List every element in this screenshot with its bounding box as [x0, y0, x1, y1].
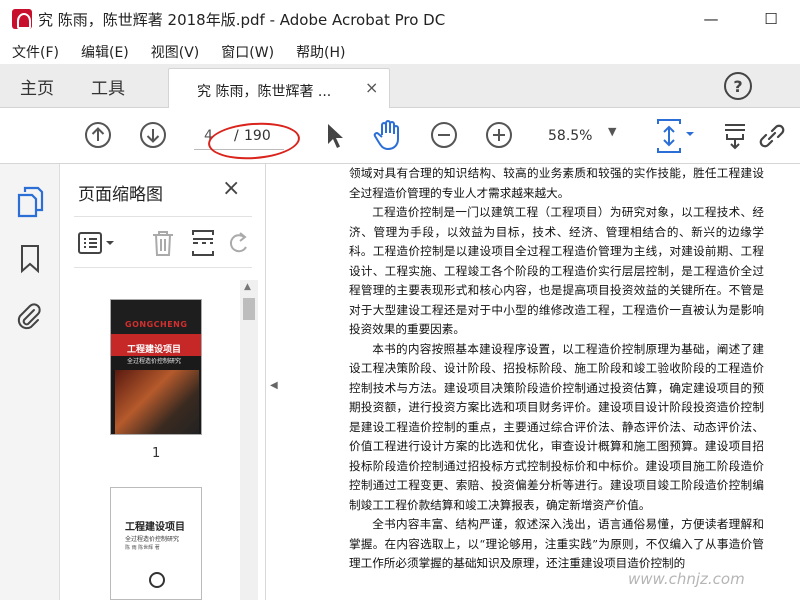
plus-circle-icon — [486, 122, 512, 148]
close-panel-button[interactable]: × — [222, 176, 240, 201]
copy-pages-icon — [17, 186, 44, 218]
document-view[interactable]: 领域对具有合理的知识结构、较高的业务素质和较强的实作技能，胜任工程建设全过程造价… — [289, 164, 800, 600]
trash-icon — [153, 231, 173, 256]
cover-image — [115, 370, 199, 434]
acrobat-logo-icon — [12, 9, 32, 29]
bookmark-icon — [21, 245, 39, 274]
cover-subtitle: 全过程造价控制研究 — [127, 358, 182, 365]
minus-circle-icon — [431, 122, 457, 148]
menu-edit[interactable]: 编辑(E) — [69, 38, 139, 64]
scroll-mode-button[interactable] — [723, 121, 749, 151]
hand-icon — [373, 120, 399, 150]
hand-tool-button[interactable] — [373, 119, 403, 151]
page-fit-button[interactable] — [654, 118, 698, 154]
navigation-rail — [0, 164, 60, 600]
menu-view[interactable]: 视图(V) — [139, 38, 210, 64]
cursor-arrow-icon — [328, 124, 343, 148]
options-menu-button[interactable] — [78, 231, 118, 255]
title-page-title: 工程建设项目 — [125, 522, 185, 533]
select-tool-button[interactable] — [324, 122, 346, 150]
page-thumbnails-panel: 页面缩略图 × GONGCHENG 工程建设项目 全过程造价控制研究 1 工程建… — [60, 164, 266, 600]
menu-window[interactable]: 窗口(W) — [209, 38, 284, 64]
share-link-button[interactable] — [756, 122, 788, 150]
rotate-icon — [229, 232, 247, 253]
delete-pages-button[interactable] — [150, 229, 176, 257]
arrow-up-circle-icon — [85, 122, 111, 148]
scrollbar-thumb[interactable] — [243, 298, 255, 320]
thumbnail-toolbar — [74, 216, 252, 268]
title-page-authors: 陈 雨 陈世辉 著 — [125, 545, 160, 551]
paragraph: 全书内容丰富、结构严谨，叙述深入浅出，语言通俗易懂，方便读者理解和掌握。在内容选… — [349, 517, 764, 570]
arrow-down-circle-icon — [140, 122, 166, 148]
insert-pages-button[interactable] — [190, 229, 216, 257]
previous-page-button[interactable] — [84, 121, 112, 149]
toolbar: 4 / 190 58.5% ▼ — [0, 108, 800, 164]
paragraph: 本书的内容按照基本建设程序设置，以工程造价控制原理为基础，阐述了建设工程决策阶段… — [349, 341, 764, 512]
zoom-out-button[interactable] — [430, 121, 458, 149]
maximize-button[interactable]: ☐ — [758, 6, 784, 32]
help-button[interactable]: ? — [724, 72, 752, 100]
tab-bar: 主页 工具 究 陈雨，陈世辉著 ... × ? — [0, 64, 800, 109]
watermark: www.chnjz.com — [628, 570, 745, 588]
panel-title: 页面缩略图 — [78, 185, 163, 205]
publisher-seal-icon — [149, 572, 165, 588]
page-thumbnail-2[interactable]: 工程建设项目 全过程造价控制研究 陈 雨 陈世辉 著 — [110, 487, 202, 600]
minimize-button[interactable]: — — [698, 6, 724, 32]
document-tab-label: 究 陈雨，陈世辉著 ... — [197, 84, 332, 100]
menu-file[interactable]: 文件(F) — [0, 38, 69, 64]
zoom-in-button[interactable] — [485, 121, 513, 149]
chevron-down-icon: ▼ — [608, 125, 617, 138]
bookmarks-button[interactable] — [18, 244, 42, 274]
split-pages-icon — [192, 230, 214, 256]
paragraph: 领域对具有合理的知识结构、较高的业务素质和较强的实作技能，胜任工程建设全过程造价… — [349, 166, 764, 200]
page-thumbnails-button[interactable] — [16, 186, 44, 218]
thumbnail-scrollbar[interactable]: ▲ — [240, 280, 258, 600]
menu-bar: 文件(F) 编辑(E) 视图(V) 窗口(W) 帮助(H) — [0, 38, 800, 64]
link-icon — [759, 124, 785, 148]
scroll-pages-icon — [725, 124, 745, 150]
tab-tools[interactable]: 工具 — [91, 74, 125, 99]
paragraph: 工程造价控制是一门以建筑工程（工程项目）为研究对象，以工程技术、经济、管理为手段… — [349, 205, 764, 336]
scroll-up-icon[interactable]: ▲ — [244, 282, 251, 292]
tab-home[interactable]: 主页 — [20, 74, 54, 99]
rotate-page-button[interactable] — [228, 231, 250, 255]
zoom-level-dropdown[interactable]: 58.5% ▼ — [538, 125, 626, 149]
options-list-icon — [78, 232, 114, 254]
title-bar: 究 陈雨，陈世辉著 2018年版.pdf - Adobe Acrobat Pro… — [0, 0, 800, 38]
paperclip-icon — [17, 303, 41, 330]
title-page-subtitle: 全过程造价控制研究 — [125, 536, 180, 543]
page-thumbnail-1[interactable]: GONGCHENG 工程建设项目 全过程造价控制研究 — [110, 299, 202, 435]
fit-page-icon — [657, 119, 694, 153]
zoom-level-value: 58.5% — [548, 128, 593, 144]
menu-help[interactable]: 帮助(H) — [284, 38, 355, 64]
cover-title: 工程建设项目 — [127, 345, 182, 355]
next-page-button[interactable] — [139, 121, 167, 149]
thumbnail-page-label: 1 — [152, 446, 161, 461]
attachments-button[interactable] — [16, 300, 42, 332]
close-tab-button[interactable]: × — [365, 78, 378, 97]
cover-brand: GONGCHENG — [125, 320, 188, 329]
document-page-text: 领域对具有合理的知识结构、较高的业务素质和较强的实作技能，胜任工程建设全过程造价… — [349, 164, 764, 574]
tab-document[interactable]: 究 陈雨，陈世辉著 ... × — [168, 68, 390, 109]
window-title: 究 陈雨，陈世辉著 2018年版.pdf - Adobe Acrobat Pro… — [38, 11, 446, 29]
collapse-panel-icon[interactable]: ◀ — [270, 380, 278, 391]
